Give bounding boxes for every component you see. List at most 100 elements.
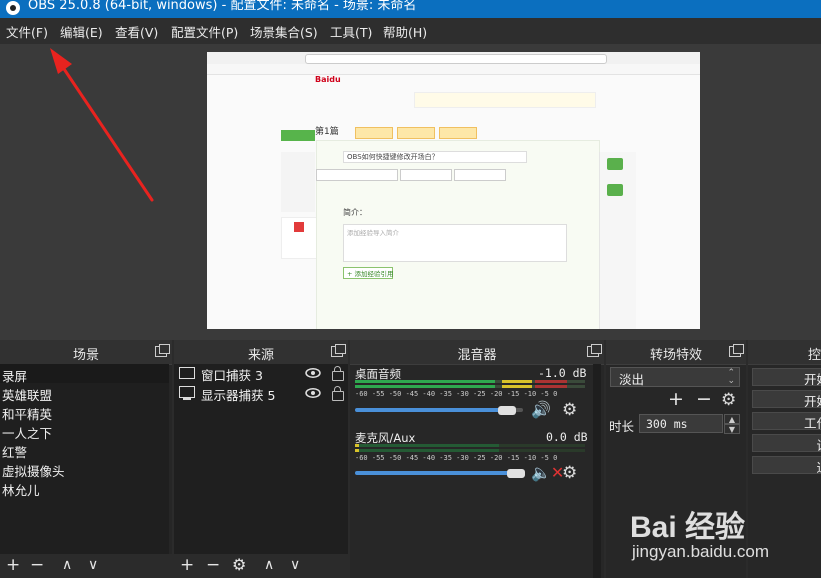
captured-url-box [305,54,607,64]
captured-add-button: + 添加经验引用 [343,267,394,279]
scene-item[interactable]: 一人之下 [2,423,52,442]
move-up-icon[interactable]: ∧ [62,557,72,573]
gear-icon[interactable]: ⚙ [721,390,736,410]
scenes-header: 场景 [0,340,172,365]
add-source-icon[interactable]: + [180,555,194,575]
volume-slider[interactable] [355,471,513,475]
gear-icon[interactable]: ⚙ [562,400,577,420]
controls-title: 控 [807,348,821,363]
menu-scene-collection[interactable]: 场景集合(S) [250,22,318,41]
scene-item[interactable]: 林允儿 [2,480,40,499]
volume-slider-handle[interactable] [498,406,516,415]
watermark-url: jingyan.baidu.com [632,542,770,561]
scenes-footer: + − ∧ ∨ [0,554,172,578]
menu-view[interactable]: 查看(V) [115,22,158,41]
channel-db: 0.0 dB [546,430,588,444]
scenes-dock: 场景 录屏 英雄联盟 和平精英 一人之下 红警 虚拟摄像头 林允儿 + − ∧ … [0,340,172,578]
controls-header: 控 [748,340,821,365]
lock-icon[interactable] [332,366,344,381]
obs-logo-icon [6,1,20,15]
captured-textarea: 添加经验导入简介 [343,224,567,262]
menu-bar: 文件(F) 编辑(E) 查看(V) 配置文件(P) 场景集合(S) 工具(T) … [0,18,821,45]
duration-input[interactable]: 300 ms [639,414,723,433]
scene-item[interactable]: 虚拟摄像头 [2,461,65,480]
source-item[interactable]: 窗口捕获 3 [201,365,263,384]
undock-icon[interactable] [729,344,744,357]
meter-ticks: -60 -55 -50 -45 -40 -35 -30 -25 -20 -15 … [355,390,558,398]
window-title: OBS 25.0.8 (64-bit, windows) - 配置文件: 未命名… [28,0,417,13]
move-down-icon[interactable]: ∨ [290,557,300,573]
scene-item[interactable]: 和平精英 [2,404,52,423]
transitions-title: 转场特效 [649,348,702,363]
spin-up-icon[interactable]: ▲ [724,414,740,424]
visibility-eye-icon[interactable] [305,388,321,398]
combo-arrows-icon: ⌃ ⌄ [727,368,735,386]
mixer-header: 混音器 [350,340,604,365]
captured-green-button [281,130,315,141]
undock-icon[interactable] [155,344,170,357]
menu-profile[interactable]: 配置文件(P) [171,22,238,41]
title-bar: OBS 25.0.8 (64-bit, windows) - 配置文件: 未命名… [0,0,821,18]
move-up-icon[interactable]: ∧ [264,557,274,573]
captured-select-3 [454,169,506,181]
remove-scene-icon[interactable]: − [30,555,44,575]
captured-red-panel [281,217,317,259]
level-meter [355,444,585,447]
menu-help[interactable]: 帮助(H) [383,22,427,41]
undock-icon[interactable] [587,344,602,357]
captured-image-icon [607,158,623,170]
volume-slider-handle[interactable] [507,469,525,478]
add-transition-icon[interactable]: + [668,388,684,410]
gear-icon[interactable]: ⚙ [562,463,577,483]
start-streaming-button[interactable]: 开始 [752,368,821,386]
volume-slider[interactable] [355,408,501,412]
level-meter [355,385,585,388]
menu-file[interactable]: 文件(F) [6,22,48,41]
sources-header: 来源 [174,340,348,365]
baidu-watermark: Bai 经验 jingyan.baidu.com [628,502,818,572]
transition-select[interactable]: 淡出 ⌃ ⌄ [610,367,740,387]
meter-ticks: -60 -55 -50 -45 -40 -35 -30 -25 -20 -15 … [355,454,558,462]
settings-button[interactable]: 设 [752,434,821,452]
exit-button[interactable]: 退 [752,456,821,474]
level-meter [355,449,585,452]
scene-item[interactable]: 英雄联盟 [2,385,52,404]
captured-intro-label: 简介： [343,208,367,217]
mixer-scrollbar[interactable] [593,364,601,578]
menu-tools[interactable]: 工具(T) [330,22,372,41]
spin-down-icon[interactable]: ▼ [724,424,740,434]
captured-question-input: OBS如何快捷键修改开场白？ [343,151,527,163]
sources-dock: 来源 窗口捕获 3 显示器捕获 5 + − ⚙ ∧ ∨ [174,340,348,578]
source-item[interactable]: 显示器捕获 5 [201,385,275,404]
captured-tabs [355,124,481,139]
move-down-icon[interactable]: ∨ [88,557,98,573]
start-recording-button[interactable]: 开始 [752,390,821,408]
add-scene-icon[interactable]: + [6,555,20,575]
speaker-icon[interactable]: 🔊 [531,400,551,419]
undock-icon[interactable] [331,344,346,357]
duration-label: 时长 [609,419,635,434]
menu-edit[interactable]: 编辑(E) [60,22,103,41]
monitor-icon [179,386,195,400]
captured-select-1 [316,169,398,181]
studio-mode-button[interactable]: 工作 [752,412,821,430]
captured-page-heading: 第1篇 [315,127,339,137]
remove-source-icon[interactable]: − [206,555,220,575]
mixer-dock: 混音器 桌面音频 -1.0 dB -60 -55 -50 -45 -40 -35… [350,340,604,578]
captured-right-panel [599,152,636,329]
captured-tip-banner [414,92,596,108]
remove-transition-icon[interactable]: − [696,388,712,410]
captured-select-2 [400,169,452,181]
channel-db: -1.0 dB [538,366,587,380]
scene-item[interactable]: 红警 [2,442,27,461]
window-icon [179,367,195,379]
scenes-title: 场景 [72,348,99,363]
sources-footer: + − ⚙ ∧ ∨ [174,554,348,578]
scene-item[interactable]: 录屏 [2,366,27,385]
transitions-header: 转场特效 [606,340,746,365]
gear-icon[interactable]: ⚙ [232,555,246,574]
lock-icon[interactable] [332,386,344,401]
speaker-muted-icon[interactable]: 🔈✕ [531,463,564,482]
visibility-eye-icon[interactable] [305,368,321,378]
preview-canvas[interactable]: Baidu 第1篇 OBS如何快捷键修改开场白？ 简介： 添加经验导入简介 + … [207,52,700,329]
